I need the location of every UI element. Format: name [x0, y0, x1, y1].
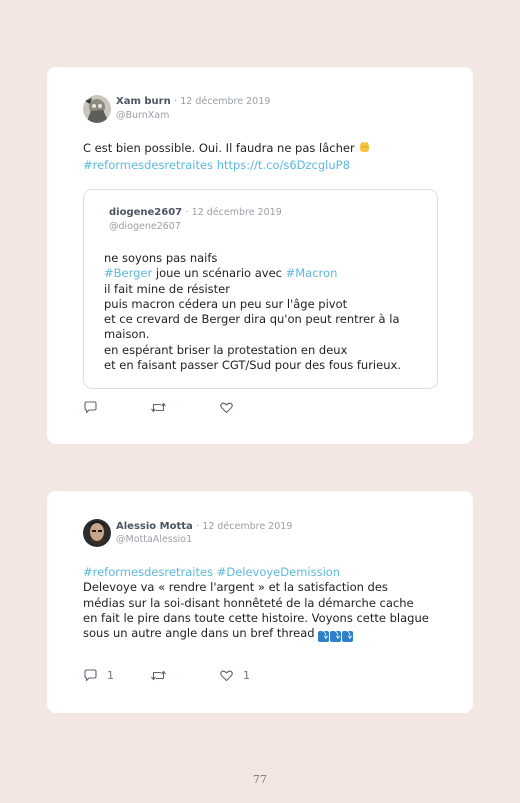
- url-link[interactable]: https://t.co/s6DzcgluP8: [217, 158, 350, 172]
- author-name-text[interactable]: Alessio Motta: [116, 521, 193, 532]
- tweet-text: C est bien possible. Oui. Il faudra ne p…: [83, 141, 443, 174]
- quoted-text-line: ne soyons pas naifs: [104, 251, 218, 265]
- hashtag-link[interactable]: #Macron: [286, 266, 338, 280]
- retweet-icon: [150, 668, 167, 683]
- retweet-button[interactable]: [150, 400, 167, 415]
- author-name-text[interactable]: Xam burn: [116, 96, 171, 107]
- tweet-text-line: Delevoye va « rendre l'argent » et la sa…: [83, 580, 388, 595]
- like-button[interactable]: [219, 668, 234, 683]
- reply-icon: [83, 668, 98, 683]
- hashtag-link[interactable]: #Berger: [104, 266, 152, 280]
- author-name[interactable]: Xam burn · 12 décembre 2019: [116, 96, 270, 107]
- reply-count: 1: [107, 669, 114, 682]
- retweet-icon: [150, 400, 167, 415]
- quoted-text-line: et ce crevard de Berger dira qu'on peut …: [104, 312, 400, 327]
- like-count: 1: [243, 669, 250, 682]
- hashtag-link[interactable]: #reformesdesretraites: [83, 565, 213, 579]
- reply-icon: [83, 400, 98, 415]
- heart-icon: [219, 400, 234, 415]
- quoted-text-line: il fait mine de résister: [104, 281, 230, 296]
- quoted-author-name-text[interactable]: diogene2607: [109, 207, 182, 218]
- page-number: 77: [253, 773, 267, 786]
- author-handle[interactable]: @MottaAlessio1: [116, 534, 192, 545]
- hashtag-link[interactable]: #reformesdesretraites: [83, 158, 213, 172]
- quoted-author-handle[interactable]: @diogene2607: [109, 221, 181, 232]
- tweet-date[interactable]: · 12 décembre 2019: [174, 96, 270, 107]
- quoted-text-line: en espérant briser la protestation en de…: [104, 342, 348, 357]
- hashtag-link[interactable]: #DelevoyeDemission: [217, 565, 340, 579]
- quoted-text-line: puis macron cédera un peu sur l'âge pivo…: [104, 296, 348, 311]
- tweet-card: Alessio Motta · 12 décembre 2019 @MottaA…: [47, 491, 473, 713]
- quoted-text-line: joue un scénario avec: [152, 266, 286, 281]
- avatar[interactable]: [83, 519, 111, 547]
- quoted-text-line: maison.: [104, 327, 150, 342]
- tweet-text-line: C est bien possible. Oui. Il faudra ne p…: [83, 141, 355, 155]
- quoted-author-name[interactable]: diogene2607 · 12 décembre 2019: [109, 207, 282, 218]
- quoted-text-line: et en faisant passer CGT/Sud pour des fo…: [104, 358, 401, 373]
- author-handle[interactable]: @BurnXam: [116, 110, 169, 121]
- reply-button[interactable]: [83, 400, 98, 415]
- tweet-text-line: en fait le pire dans toute cette histoir…: [83, 610, 429, 625]
- quoted-tweet[interactable]: diogene2607 · 12 décembre 2019 @diogene2…: [83, 189, 438, 389]
- raised-fist-icon: [358, 141, 371, 158]
- avatar[interactable]: [83, 95, 111, 123]
- like-button[interactable]: [219, 400, 234, 415]
- retweet-button[interactable]: [150, 668, 167, 683]
- tweet-text-line: médias sur la soi-disant honnêteté de la…: [83, 595, 414, 610]
- arrow-down-emoji-icon: ⤵ ⤵ ⤵: [318, 631, 354, 643]
- tweet-date[interactable]: · 12 décembre 2019: [196, 521, 292, 532]
- quoted-tweet-text: ne soyons pas naifs #Berger joue un scén…: [104, 251, 434, 373]
- tweet-text-line: sous un autre angle dans un bref thread: [83, 626, 315, 641]
- tweet-card: Xam burn · 12 décembre 2019 @BurnXam C e…: [47, 67, 473, 444]
- author-name[interactable]: Alessio Motta · 12 décembre 2019: [116, 521, 292, 532]
- tweet-text: #reformesdesretraites #DelevoyeDemission…: [83, 565, 453, 643]
- heart-icon: [219, 668, 234, 683]
- reply-button[interactable]: [83, 668, 98, 683]
- quoted-tweet-date[interactable]: · 12 décembre 2019: [186, 207, 282, 218]
